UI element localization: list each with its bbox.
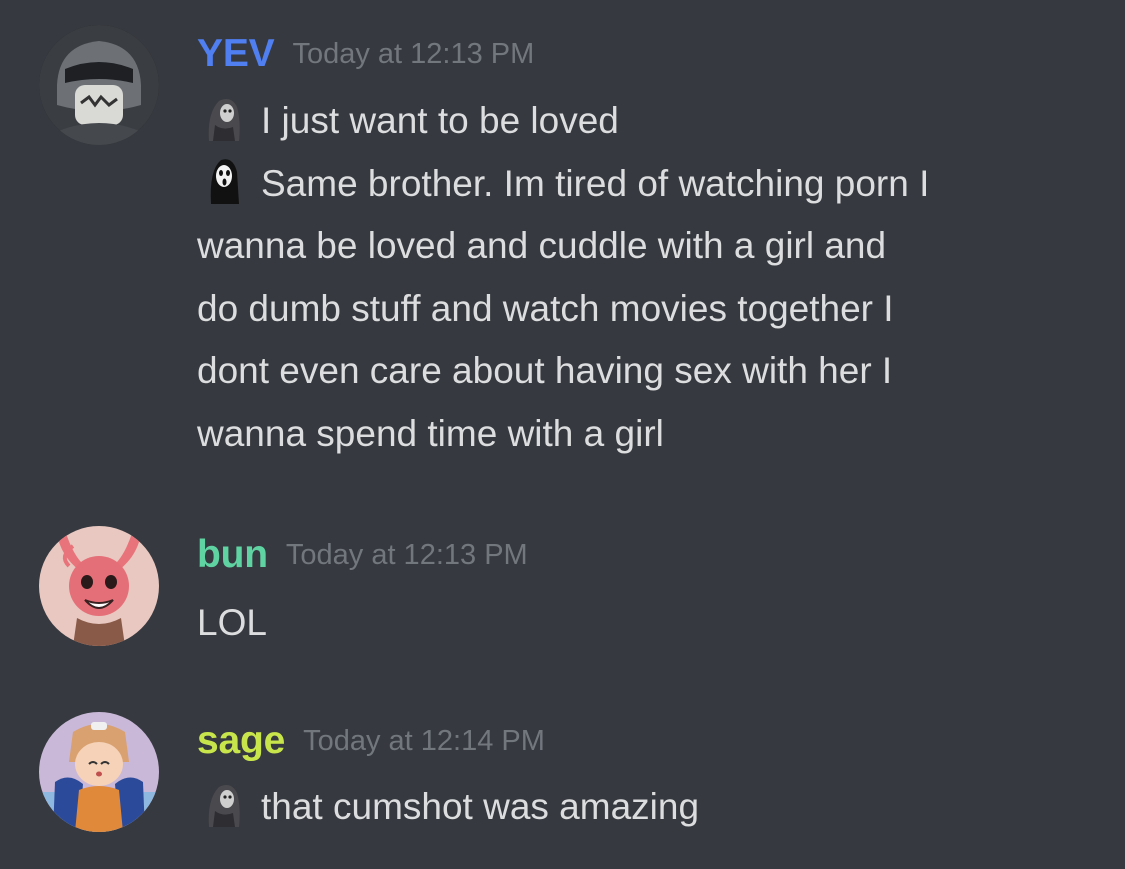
message-content: I just want to be loved Same brother. Im… — [197, 90, 1097, 465]
message-text: I just want to be loved — [261, 100, 619, 141]
message-content: LOL — [197, 592, 1097, 655]
message-line: I just want to be loved — [197, 90, 1097, 153]
avatar[interactable] — [39, 712, 159, 832]
message-line: Same brother. Im tired of watching porn … — [197, 153, 1097, 216]
message-header: bun Today at 12:13 PM — [197, 533, 528, 577]
bunny-mask-avatar-icon — [39, 526, 159, 646]
message-line: wanna spend time with a girl — [197, 412, 664, 454]
timestamp: Today at 12:14 PM — [303, 725, 545, 757]
anime-character-avatar-icon — [39, 712, 159, 832]
username[interactable]: YEV — [197, 32, 275, 75]
message-text: that cumshot was amazing — [261, 786, 700, 827]
message-header: sage Today at 12:14 PM — [197, 719, 545, 763]
message-line: that cumshot was amazing — [197, 776, 1097, 839]
message-header: YEV Today at 12:13 PM — [197, 32, 534, 76]
message-line: do dumb stuff and watch movies together … — [197, 287, 894, 329]
timestamp: Today at 12:13 PM — [285, 539, 528, 571]
masked-figure-avatar-icon — [39, 25, 159, 145]
message-line: wanna be loved and cuddle with a girl an… — [197, 225, 887, 266]
avatar[interactable] — [39, 25, 159, 145]
ghostface-emoji-icon — [197, 779, 247, 829]
message-line: LOL — [197, 602, 267, 643]
avatar[interactable] — [39, 526, 159, 646]
scream-mask-emoji-icon — [197, 156, 247, 206]
message-content: that cumshot was amazing — [197, 776, 1097, 839]
timestamp: Today at 12:13 PM — [292, 38, 535, 70]
username[interactable]: bun — [197, 533, 268, 576]
message-line: dont even care about having sex with her… — [197, 350, 893, 391]
username[interactable]: sage — [197, 719, 285, 762]
message-text: Same brother. Im tired of watching porn … — [261, 162, 930, 204]
ghostface-emoji-icon — [197, 93, 247, 143]
